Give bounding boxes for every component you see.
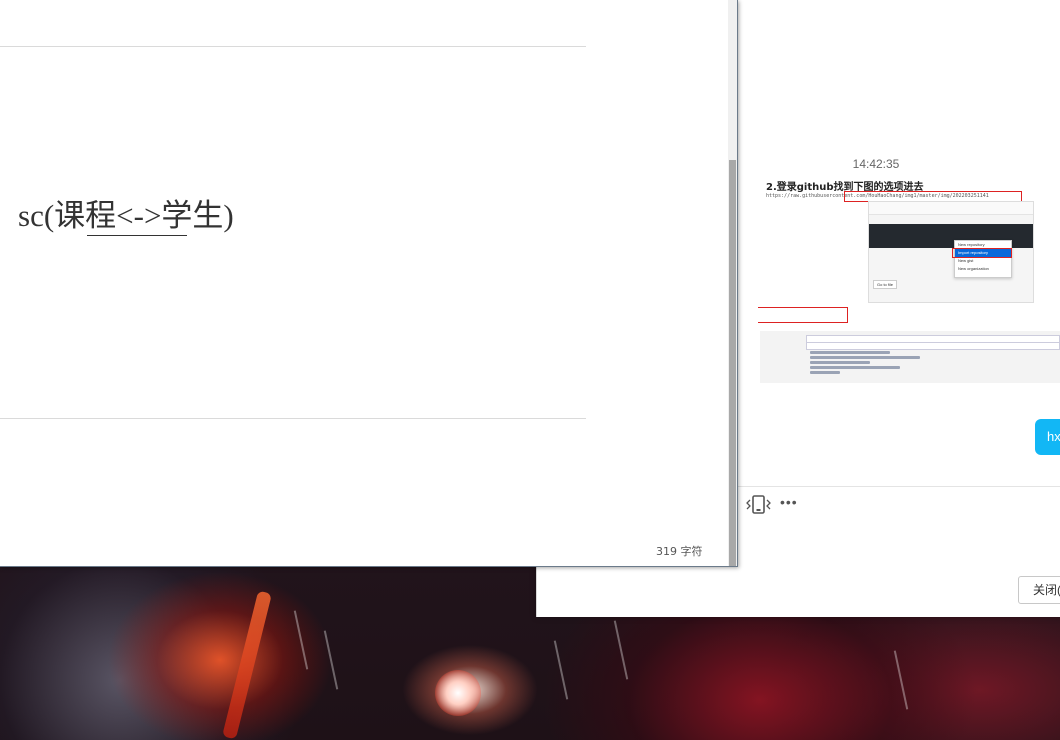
rain-streak bbox=[323, 630, 339, 690]
rain-streak bbox=[293, 610, 309, 670]
more-dots-icon[interactable]: ••• bbox=[780, 494, 798, 510]
text-underline bbox=[87, 235, 187, 236]
section-divider bbox=[0, 46, 586, 47]
document-editor-window: sc(课程<->学生) 319 字符 bbox=[0, 0, 738, 567]
image-code-block bbox=[760, 331, 1060, 383]
wallpaper-red-slash bbox=[222, 590, 272, 740]
chat-image-message[interactable]: 2.登录github找到下图的选项进去 https://raw.githubus… bbox=[758, 176, 1060, 386]
menu-item: New organization bbox=[958, 266, 989, 271]
scrollbar-thumb[interactable] bbox=[729, 160, 736, 566]
code-line bbox=[810, 371, 840, 374]
github-new-menu: New repository Import repository New gis… bbox=[954, 240, 1012, 278]
rain-streak bbox=[613, 620, 629, 680]
sent-message-bubble[interactable]: hx bbox=[1035, 419, 1060, 455]
section-divider bbox=[0, 418, 586, 419]
code-line bbox=[810, 356, 920, 359]
wallpaper-light-glow bbox=[435, 670, 481, 716]
go-to-file-button: Go to file bbox=[873, 280, 898, 289]
chat-timestamp: 14:42:35 bbox=[852, 157, 900, 171]
image-red-note bbox=[758, 307, 848, 323]
code-input-line bbox=[806, 342, 1060, 350]
code-line bbox=[810, 366, 900, 369]
shake-window-icon[interactable] bbox=[745, 493, 771, 517]
code-line bbox=[810, 361, 870, 364]
rain-streak bbox=[893, 650, 909, 710]
menu-highlight-box bbox=[952, 248, 1012, 258]
document-content-line[interactable]: sc(课程<->学生) bbox=[18, 190, 234, 235]
rain-streak bbox=[553, 640, 569, 700]
word-count-status: 319 字符 bbox=[656, 545, 703, 558]
menu-item: New gist bbox=[958, 258, 974, 263]
browser-topbar bbox=[869, 202, 1033, 215]
code-line bbox=[810, 351, 890, 354]
close-button[interactable]: 关闭( bbox=[1018, 576, 1060, 604]
